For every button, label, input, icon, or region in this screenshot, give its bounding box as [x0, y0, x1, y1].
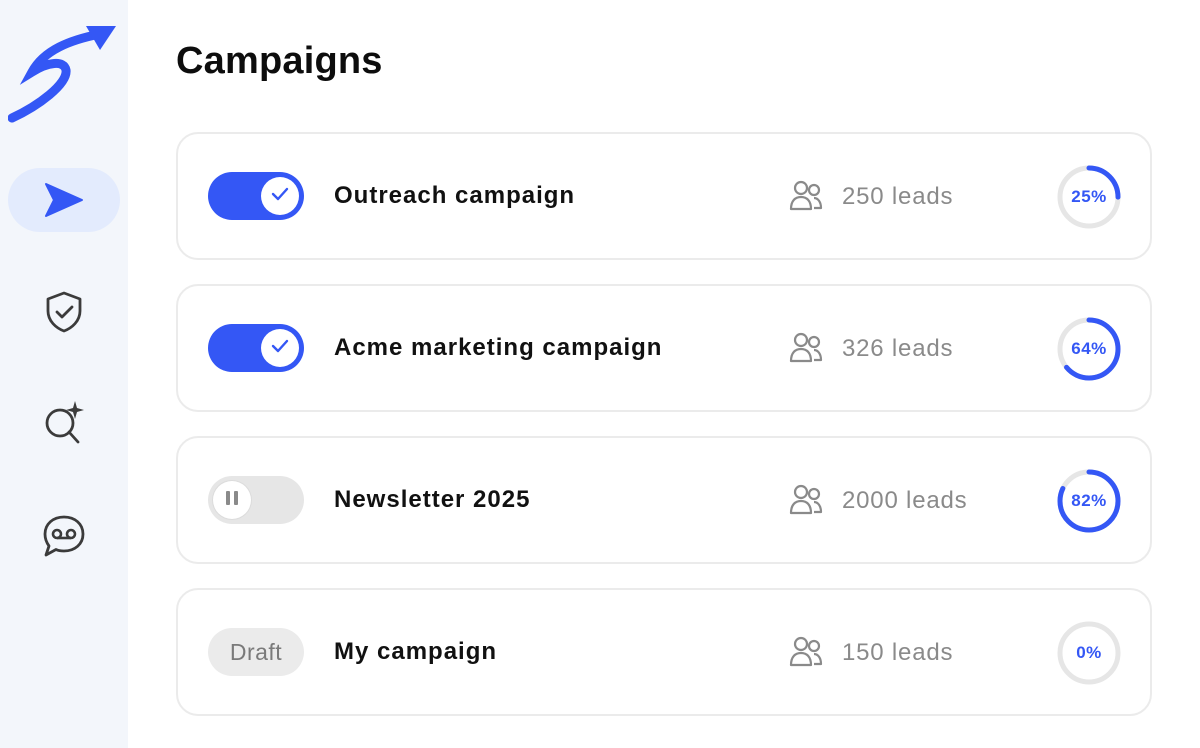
campaign-name: Acme marketing campaign	[334, 334, 663, 361]
campaign-card[interactable]: Newsletter 2025 2000 leads 82%	[176, 436, 1152, 564]
users-icon	[788, 634, 824, 675]
progress-label: 64%	[1071, 339, 1107, 358]
app-logo[interactable]	[7, 20, 120, 124]
progress-label: 25%	[1071, 187, 1107, 206]
leads-count: 150 leads	[842, 639, 954, 666]
leads-count: 250 leads	[842, 183, 954, 210]
shield-check-icon	[44, 290, 84, 334]
users-icon	[788, 482, 824, 523]
campaign-card[interactable]: Draft My campaign 150 leads 0%	[176, 588, 1152, 716]
check-icon	[271, 339, 289, 358]
nav-item-security[interactable]	[8, 280, 120, 344]
leads-count: 2000 leads	[842, 487, 968, 514]
sidebar	[0, 0, 128, 748]
nav-item-voicemail[interactable]	[8, 504, 120, 568]
campaign-toggle[interactable]	[208, 172, 304, 220]
toggle-knob	[213, 481, 251, 519]
progress-label: 82%	[1071, 491, 1107, 510]
toggle-knob	[261, 177, 299, 215]
campaign-name: Outreach campaign	[334, 182, 576, 209]
campaign-toggle[interactable]	[208, 324, 304, 372]
campaign-name: Newsletter 2025	[334, 486, 531, 513]
main-content: Campaigns Outreach campaign 250 leads 25…	[176, 0, 1152, 748]
users-icon	[788, 178, 824, 219]
pause-icon	[225, 490, 239, 511]
check-icon	[271, 187, 289, 206]
nav-item-campaigns[interactable]	[8, 168, 120, 232]
campaign-card[interactable]: Acme marketing campaign 326 leads 64%	[176, 284, 1152, 412]
nav-item-search[interactable]	[8, 390, 120, 454]
page-title: Campaigns	[176, 40, 383, 82]
users-icon	[788, 330, 824, 371]
progress-label: 0%	[1076, 643, 1102, 662]
draft-badge: Draft	[208, 628, 304, 676]
campaign-toggle[interactable]	[208, 476, 304, 524]
send-icon	[42, 180, 86, 220]
campaign-card[interactable]: Outreach campaign 250 leads 25%	[176, 132, 1152, 260]
search-sparkle-icon	[42, 399, 86, 445]
campaign-name: My campaign	[334, 638, 498, 665]
toggle-knob	[261, 329, 299, 367]
leads-count: 326 leads	[842, 335, 954, 362]
voicemail-chat-icon	[41, 513, 87, 559]
